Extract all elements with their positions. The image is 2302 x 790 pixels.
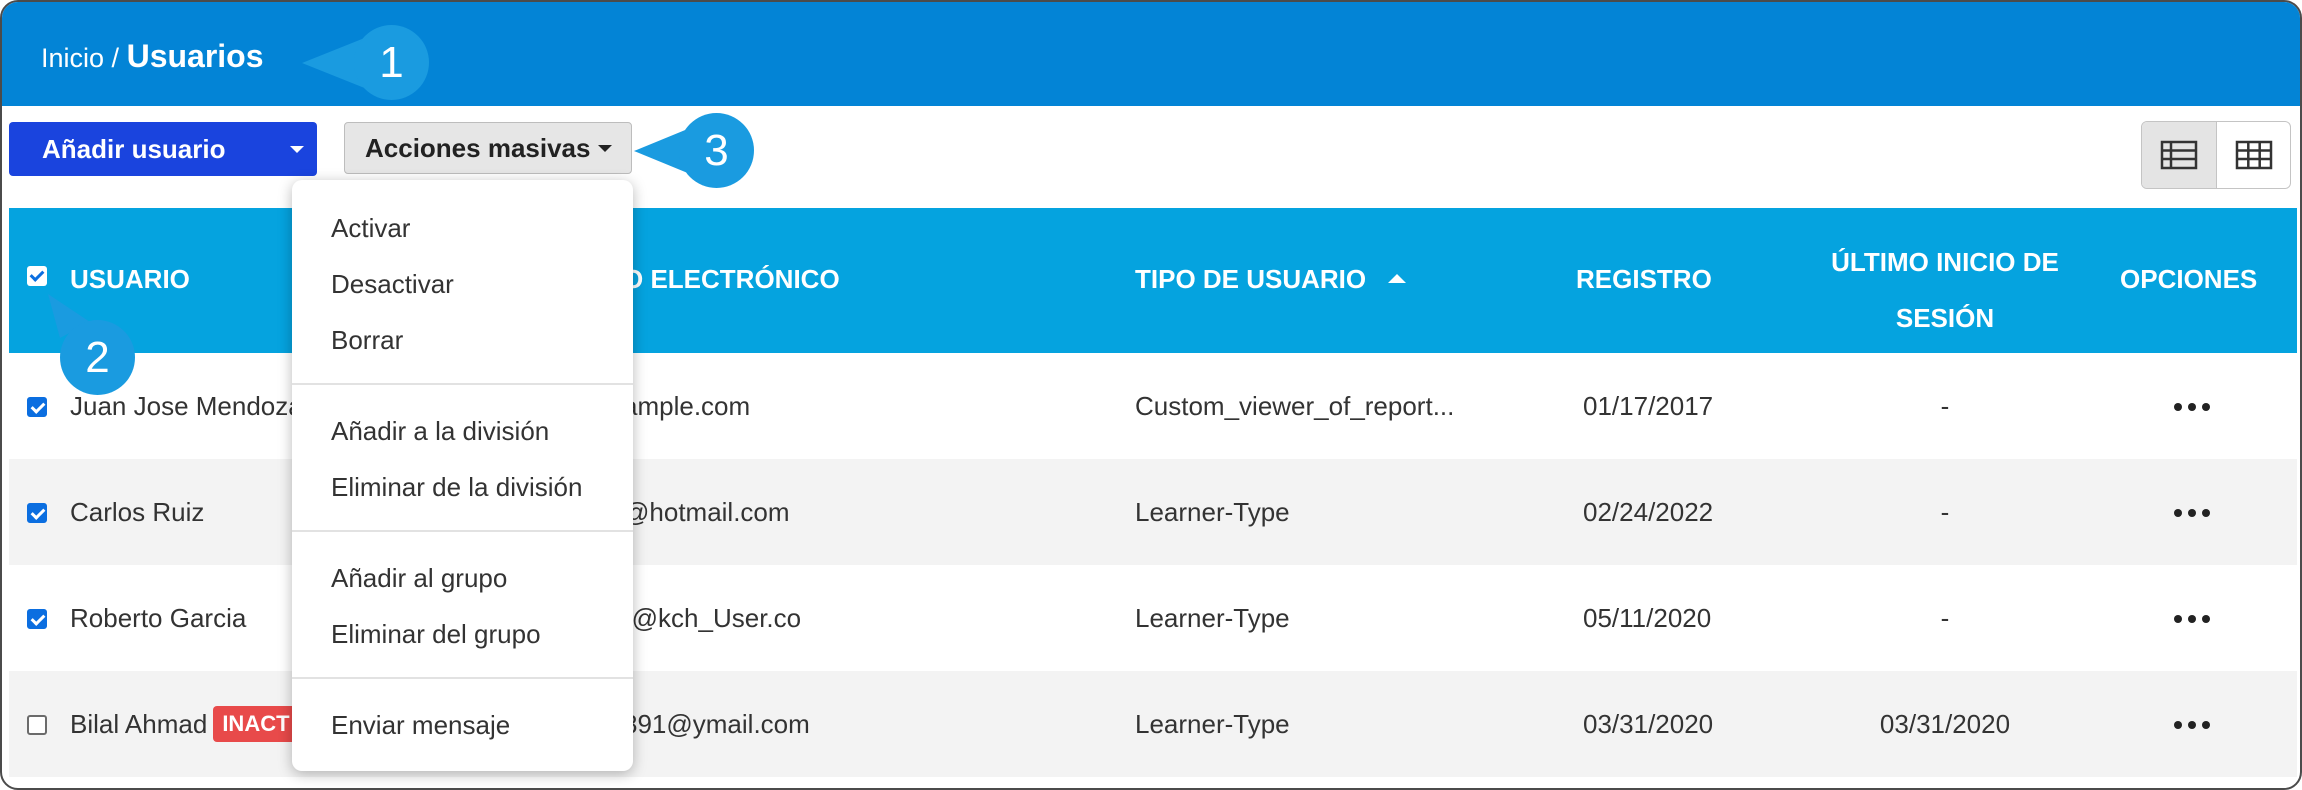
column-header-email[interactable]: O ELECTRÓNICO: [623, 262, 840, 296]
menu-divider: [292, 383, 633, 385]
registration-date: 03/31/2020: [1583, 709, 1714, 739]
add-user-dropdown-toggle[interactable]: [274, 122, 317, 176]
more-options-icon[interactable]: [2174, 509, 2210, 517]
more-options-icon[interactable]: [2174, 403, 2210, 411]
user-email: @hotmail.com: [623, 497, 790, 527]
menu-item-send-message[interactable]: Enviar mensaje: [331, 705, 510, 745]
more-options-icon[interactable]: [2174, 721, 2210, 729]
column-header-user-type[interactable]: TIPO DE USUARIO: [1135, 262, 1407, 296]
registration-date: 05/11/2020: [1583, 603, 1712, 633]
column-header-options: OPCIONES: [2120, 264, 2258, 294]
view-toggle: [2141, 121, 2291, 189]
user-email: r@kch_User.co: [623, 603, 802, 633]
grid-view-button[interactable]: [2217, 122, 2290, 188]
callout-badge: 1: [354, 25, 429, 100]
list-view-icon: [2160, 140, 2198, 170]
menu-item-add-to-group[interactable]: Añadir al grupo: [331, 558, 507, 598]
last-login-date: -: [1940, 603, 1950, 633]
column-header-user[interactable]: USUARIO: [70, 262, 190, 296]
column-header-registration[interactable]: REGISTRO: [1576, 262, 1712, 296]
list-view-button[interactable]: [2142, 122, 2217, 188]
menu-item-deactivate[interactable]: Desactivar: [331, 264, 454, 304]
menu-divider: [292, 530, 633, 532]
more-options-icon[interactable]: [2174, 615, 2210, 623]
status-badge: INACT: [213, 706, 299, 743]
user-email: 891@ymail.com: [623, 709, 810, 739]
bulk-actions-button[interactable]: Acciones masivas: [344, 122, 632, 174]
user-name[interactable]: Bilal Ahmad: [70, 709, 207, 739]
page-title: Usuarios: [126, 38, 264, 74]
breadcrumb-separator: /: [111, 43, 120, 73]
column-header-last-login-line1: ÚLTIMO INICIO DE: [1831, 247, 2059, 277]
chevron-down-icon: [290, 146, 304, 153]
column-header-last-login-line2: SESIÓN: [1895, 303, 1995, 333]
callout-badge: 2: [60, 320, 135, 395]
registration-date: 02/24/2022: [1583, 497, 1714, 527]
breadcrumb-home-link[interactable]: Inicio: [41, 43, 104, 73]
user-name[interactable]: Carlos Ruiz: [70, 459, 204, 565]
last-login-date: 03/31/2020: [1879, 709, 2011, 739]
user-email: ample.com: [623, 391, 751, 421]
menu-item-activate[interactable]: Activar: [331, 208, 410, 248]
user-type: Learner-Type: [1135, 603, 1290, 633]
menu-item-add-to-division[interactable]: Añadir a la división: [331, 411, 549, 451]
add-user-label: Añadir usuario: [42, 134, 226, 164]
grid-view-icon: [2235, 140, 2273, 170]
menu-item-remove-from-division[interactable]: Eliminar de la división: [331, 467, 582, 507]
menu-item-delete[interactable]: Borrar: [331, 320, 403, 360]
bulk-actions-label: Acciones masivas: [365, 133, 591, 163]
user-type: Learner-Type: [1135, 497, 1290, 527]
menu-divider: [292, 677, 633, 679]
caret-down-icon: [598, 145, 612, 152]
row-checkbox[interactable]: [27, 503, 47, 523]
select-all-checkbox[interactable]: [27, 266, 47, 286]
registration-date: 01/17/2017: [1583, 391, 1714, 421]
bulk-actions-menu: Activar Desactivar Borrar Añadir a la di…: [292, 180, 633, 771]
callout-badge: 3: [679, 113, 754, 188]
add-user-button[interactable]: Añadir usuario: [9, 122, 317, 176]
user-name-cell: Bilal Ahmad INACT: [70, 671, 299, 777]
column-header-user-type-label: TIPO DE USUARIO: [1135, 264, 1367, 294]
app-window: Inicio / Usuarios 1 Añadir usuario Accio…: [0, 0, 2302, 790]
sort-ascending-icon: [1388, 273, 1407, 283]
row-checkbox[interactable]: [27, 609, 47, 629]
column-header-last-login[interactable]: ÚLTIMO INICIO DE SESIÓN: [1795, 234, 2095, 346]
user-type: Custom_viewer_of_report...: [1135, 391, 1455, 421]
last-login-date: -: [1940, 497, 1950, 527]
row-checkbox[interactable]: [27, 715, 47, 735]
menu-item-remove-from-group[interactable]: Eliminar del grupo: [331, 614, 541, 654]
user-type: Learner-Type: [1135, 709, 1290, 739]
breadcrumb: Inicio / Usuarios: [41, 36, 264, 78]
user-name[interactable]: Roberto Garcia: [70, 565, 246, 671]
last-login-date: -: [1940, 391, 1950, 421]
row-checkbox[interactable]: [27, 397, 47, 417]
